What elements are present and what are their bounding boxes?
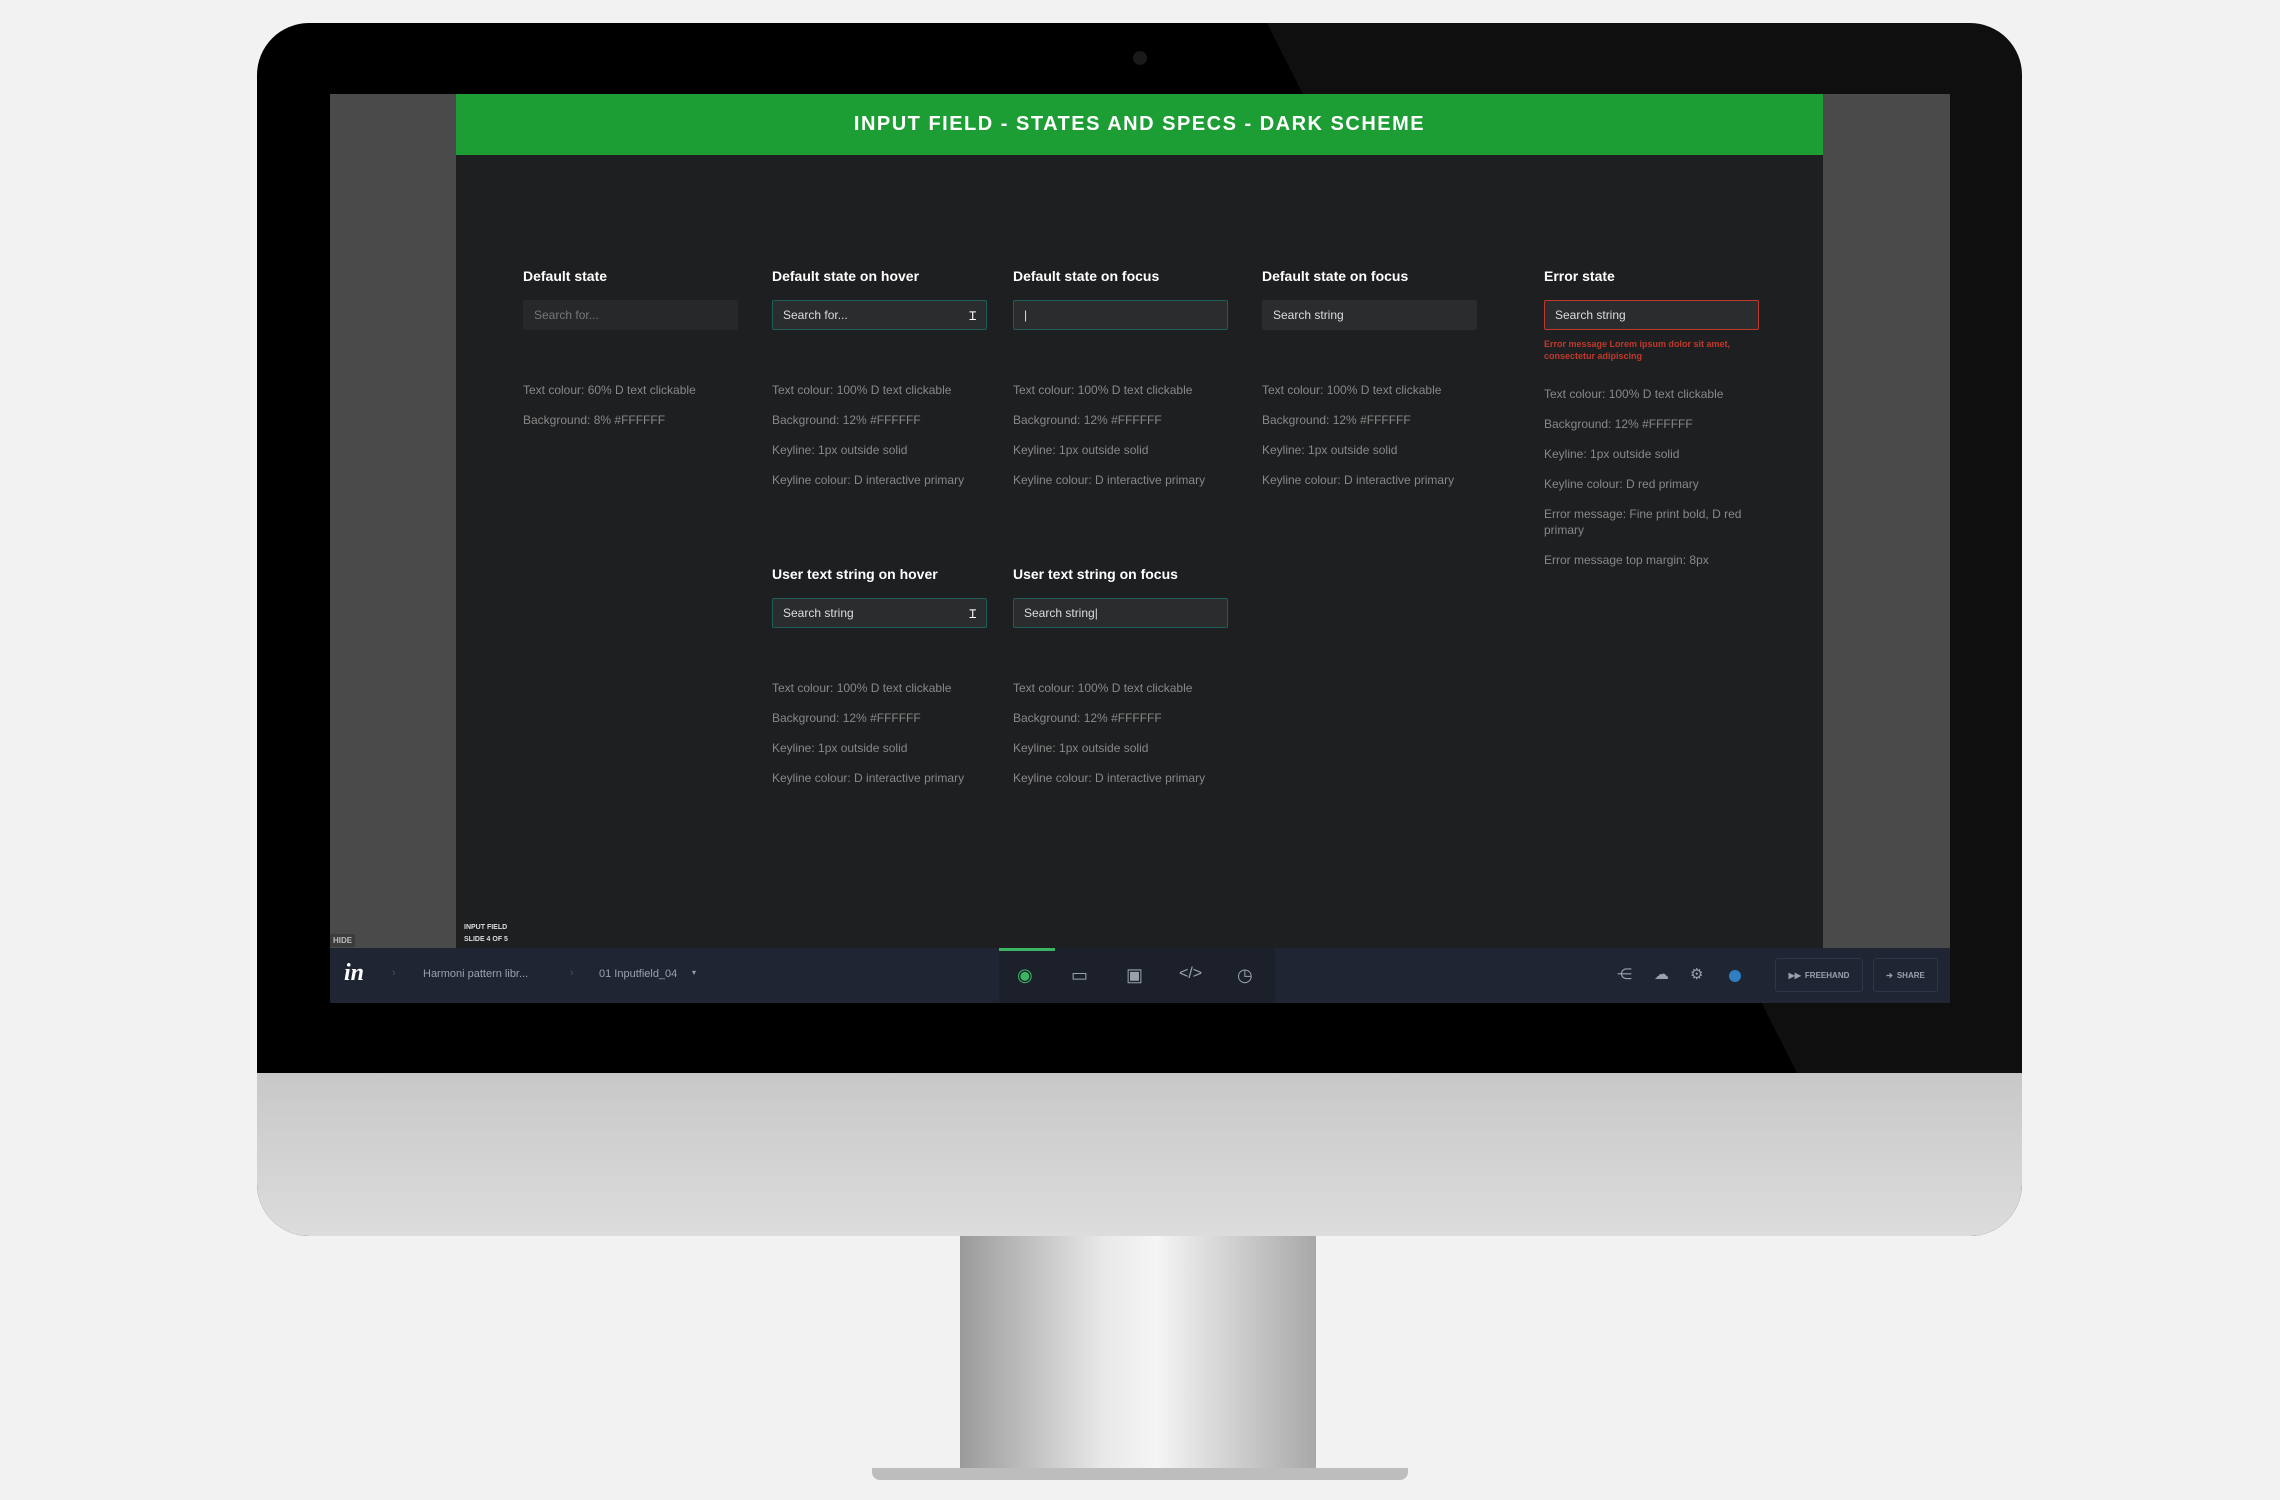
input-text: Search string [1273,308,1344,322]
spec: Background: 12% #FFFFFF [1013,711,1162,725]
spec: Text colour: 100% D text clickable [772,383,952,397]
spec: Keyline colour: D interactive primary [1262,473,1455,487]
monitor-base [872,1468,1408,1480]
column-filled: Default state on focus Search string Tex… [1262,268,1477,502]
spec: Error message top margin: 8px [1544,553,1709,567]
spec: Keyline: 1px outside solid [1262,443,1398,457]
share-nodes-icon[interactable]: ⋲ [1617,965,1632,983]
input-text: Search for... [534,308,599,322]
spec: Background: 12% #FFFFFF [772,711,921,725]
column-default: Default state Search for... Text colour:… [523,268,738,442]
search-input-default[interactable]: Search for... [523,300,738,330]
button-label: SHARE [1896,970,1925,980]
invision-logo[interactable]: in [344,960,364,987]
code-icon[interactable]: </> [1179,965,1202,983]
breadcrumb-screen[interactable]: 01 Inputfield_04 [599,968,677,980]
search-input-user-focus[interactable]: Search string| [1013,598,1228,628]
sync-cloud-icon[interactable]: ☁ [1654,965,1669,983]
spec: Keyline colour: D interactive primary [772,771,965,785]
spec: Keyline: 1px outside solid [772,741,908,755]
spec: Keyline colour: D red primary [1544,477,1699,491]
avatar[interactable] [1729,970,1741,982]
spec: Error message: Fine print bold, D red pr… [1544,507,1742,537]
column-title: Default state [523,268,608,284]
caption-line: INPUT FIELD [464,924,508,931]
caption-line: SLIDE 4 OF 5 [464,936,508,943]
monitor-stand [960,1236,1316,1476]
column-title: Default state on focus [1013,268,1160,284]
spec: Keyline: 1px outside solid [1013,443,1149,457]
spec: Keyline: 1px outside solid [772,443,908,457]
spec: Background: 8% #FFFFFF [523,413,666,427]
button-label: FREEHAND [1804,970,1850,980]
search-input-error[interactable]: Search string [1544,300,1759,330]
spec: Text colour: 100% D text clickable [1013,681,1193,695]
text-cursor-icon: Ɪ [969,606,976,621]
spec: Keyline colour: D interactive primary [1013,771,1206,785]
column-error: Error state Search string Error message … [1544,268,1759,582]
freehand-button[interactable]: ▶▶ FREEHAND [1775,958,1863,992]
spec: Keyline: 1px outside solid [1013,741,1149,755]
hide-button[interactable]: HIDE [330,934,356,947]
column-title: Default state on focus [1262,268,1409,284]
spec: Text colour: 100% D text clickable [1013,383,1193,397]
column-title: Default state on hover [772,268,920,284]
column-user-hover: User text string on hover Search string Ɪ… [772,566,987,800]
spec: Background: 12% #FFFFFF [1544,417,1693,431]
screen: INPUT FIELD - STATES AND SPECS - DARK SC… [330,94,1950,1003]
input-text: Search string [1555,308,1626,322]
spec: Keyline colour: D interactive primary [772,473,965,487]
spec: Text colour: 100% D text clickable [1544,387,1724,401]
share-arrow-icon: ➔ [1886,970,1893,980]
column-title: Error state [1544,268,1615,284]
spec: Keyline: 1px outside solid [1544,447,1680,461]
slide-title: INPUT FIELD - STATES AND SPECS - DARK SC… [456,94,1823,155]
spec: Text colour: 100% D text clickable [772,681,952,695]
active-tab-indicator [999,948,1055,951]
monitor-chin [257,1073,2022,1236]
mode-tabs: ◉ ▭ ▣ </> ◷ [999,948,1275,1003]
breadcrumb-project[interactable]: Harmoni pattern libr... [423,968,528,980]
column-focus: Default state on focus | Text colour: 10… [1013,268,1228,502]
column-hover: Default state on hover Search for... Ɪ Te… [772,268,987,502]
column-user-focus: User text string on focus Search string|… [1013,566,1228,800]
error-message: Error message Lorem ipsum dolor sit amet… [1544,339,1731,361]
input-text: Search string [783,606,854,620]
column-title: User text string on hover [772,566,938,582]
caret-down-icon[interactable]: ▾ [692,968,696,977]
spec: Keyline colour: D interactive primary [1013,473,1206,487]
spec: Text colour: 60% D text clickable [523,383,696,397]
slide: INPUT FIELD - STATES AND SPECS - DARK SC… [456,94,1823,948]
camera [1133,51,1147,65]
slide-caption: INPUT FIELD SLIDE 4 OF 5 [464,922,508,946]
chevron-right-icon: › [392,967,396,979]
chevron-right-icon: › [570,967,574,979]
inspect-icon[interactable]: ▭ [1071,965,1088,986]
input-text: | [1024,308,1028,322]
comment-icon[interactable]: ▣ [1126,965,1143,986]
search-input-user-hover[interactable]: Search string Ɪ [772,598,987,628]
search-input-hover[interactable]: Search for... Ɪ [772,300,987,330]
input-text: Search for... [783,308,848,322]
text-cursor-icon: Ɪ [969,308,976,323]
invision-toolbar: in › Harmoni pattern libr... › 01 Inputf… [330,948,1950,1003]
column-title: User text string on focus [1013,566,1178,582]
spec: Background: 12% #FFFFFF [1013,413,1162,427]
spec: Background: 12% #FFFFFF [772,413,921,427]
search-input-filled[interactable]: Search string [1262,300,1477,330]
search-input-focus[interactable]: | [1013,300,1228,330]
preview-eye-icon[interactable]: ◉ [1017,965,1033,986]
spec: Background: 12% #FFFFFF [1262,413,1411,427]
spec: Text colour: 100% D text clickable [1262,383,1442,397]
history-clock-icon[interactable]: ◷ [1237,965,1253,986]
gear-icon[interactable]: ⚙ [1690,965,1703,983]
input-text: Search string| [1024,606,1098,620]
freehand-icon: ▶▶ [1788,970,1801,980]
share-button[interactable]: ➔ SHARE [1873,958,1938,992]
